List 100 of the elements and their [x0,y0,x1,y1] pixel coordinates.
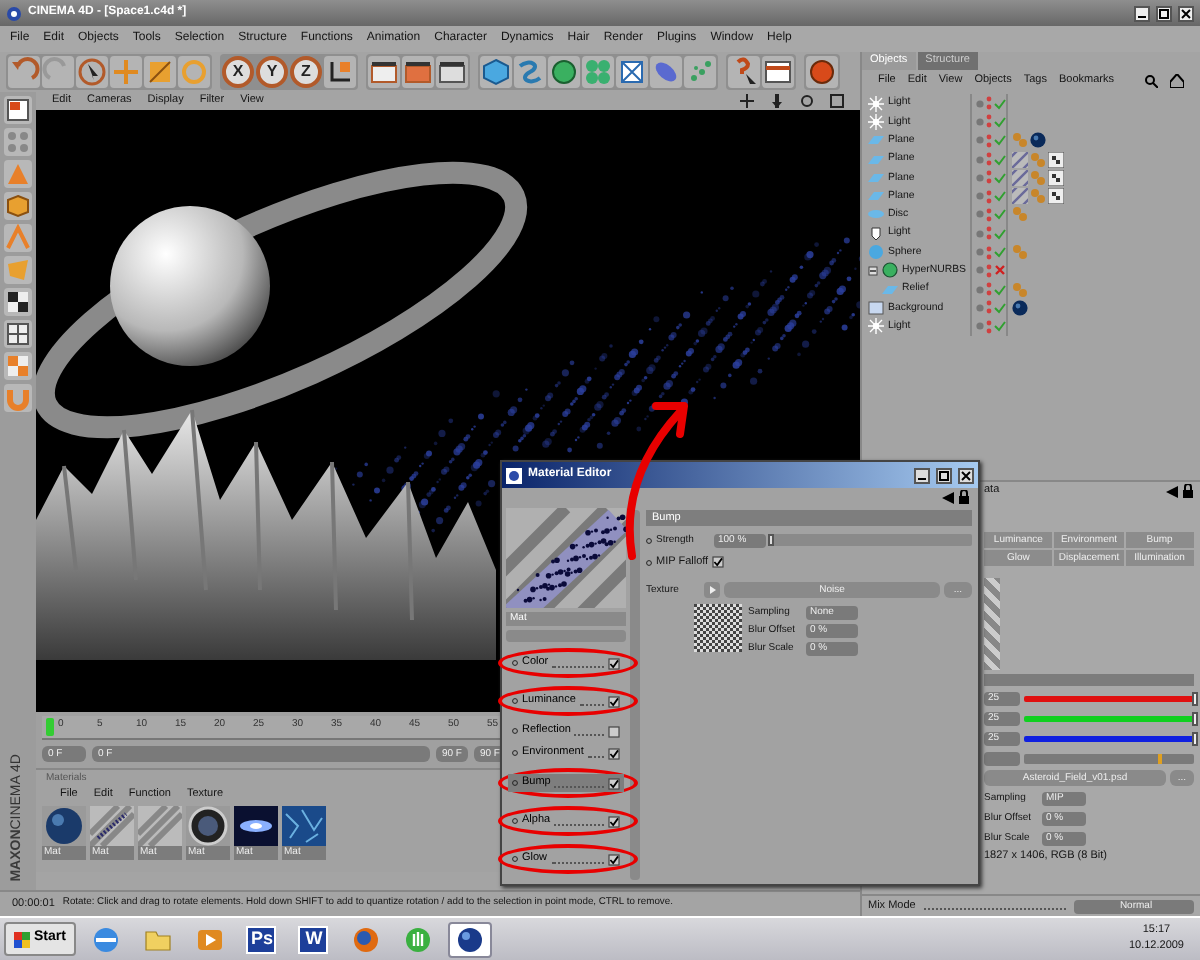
taskbar-button[interactable] [447,921,492,957]
restore-icon[interactable] [1156,5,1172,21]
checkbox[interactable] [712,556,725,568]
lock-icon[interactable] [1182,484,1194,498]
home-icon[interactable] [1170,73,1184,87]
calendar-icon[interactable] [762,56,794,88]
dot-icon[interactable] [976,303,984,312]
clapperboard-icon[interactable] [402,56,434,88]
check-icon[interactable] [994,208,1006,221]
dot-icon[interactable] [976,266,984,275]
ellipse-icon[interactable] [650,56,682,88]
maximize-icon[interactable] [936,467,952,483]
checker-icon[interactable] [1048,169,1064,186]
check-icon[interactable] [994,190,1006,203]
checker-icon[interactable] [4,352,32,380]
rotate-icon[interactable] [800,94,814,108]
collapse-icon[interactable] [868,265,878,276]
sphere-icon[interactable] [1012,299,1028,316]
zoom-icon[interactable] [770,94,784,108]
check-icon[interactable] [994,246,1006,259]
sphere-swatch[interactable] [42,806,86,846]
checker-icon[interactable] [1048,151,1064,168]
checker-icon[interactable] [1048,188,1064,205]
visibility-dots-icon[interactable] [986,263,992,278]
frame-icon[interactable] [616,56,648,88]
dot-icon[interactable] [976,229,984,238]
minimize-icon[interactable] [1134,5,1150,21]
visibility-dots-icon[interactable] [986,226,992,241]
checkbox[interactable] [608,815,620,827]
checkbox[interactable] [608,777,620,789]
slider-thumb[interactable] [767,534,773,546]
checkbox[interactable] [608,657,620,669]
visibility-dots-icon[interactable] [986,170,992,185]
visibility-dots-icon[interactable] [986,207,992,222]
minimize-icon[interactable] [914,467,930,483]
striped-swatch[interactable] [138,806,182,846]
dot-icon[interactable] [976,322,984,331]
grid-icon[interactable] [4,320,32,348]
axis-button[interactable]: X [222,56,254,88]
dot-icon[interactable] [976,99,984,108]
cone-icon[interactable] [4,160,32,188]
magnet-icon[interactable] [4,384,32,412]
check-icon[interactable] [994,97,1006,110]
visibility-dots-icon[interactable] [986,300,992,315]
hatched-square-icon[interactable] [1012,151,1028,168]
visibility-dots-icon[interactable] [986,245,992,260]
back-arrow-icon[interactable] [942,491,954,503]
play-icon[interactable] [704,582,720,598]
dot-icon[interactable] [976,248,984,257]
dot-icon[interactable] [976,210,984,219]
visibility-dots-icon[interactable] [986,282,992,297]
render-sphere-icon[interactable] [806,56,838,88]
lock-icon[interactable] [958,490,970,504]
check-icon[interactable] [994,283,1006,296]
nebula-swatch[interactable] [234,806,278,846]
close-icon[interactable] [1178,5,1194,21]
dots-icon[interactable] [684,56,716,88]
dots-icon[interactable] [1012,281,1028,298]
maximize-icon[interactable] [830,94,844,108]
number-field[interactable] [984,751,1020,765]
color-slider[interactable] [1024,735,1194,741]
help-cursor-icon[interactable] [728,56,760,88]
cross-icon[interactable] [994,264,1006,277]
check-icon[interactable] [994,171,1006,184]
dot-icon[interactable] [976,192,984,201]
dot-icon[interactable] [976,136,984,145]
cube-icon[interactable] [4,192,32,220]
scale-icon[interactable] [144,56,176,88]
slider-thumb[interactable] [1191,731,1197,745]
visibility-dots-icon[interactable] [986,152,992,167]
hatched-square-icon[interactable] [1012,169,1028,186]
checkbox[interactable] [608,747,620,759]
checkbox[interactable] [608,695,620,707]
dot-icon[interactable] [976,285,984,294]
move-icon[interactable] [740,94,754,108]
visibility-dots-icon[interactable] [986,96,992,111]
taskbar-button[interactable]: W [291,921,336,957]
striped-swatch[interactable] [90,806,134,846]
check-icon[interactable] [994,115,1006,128]
cursor-icon[interactable] [76,56,108,88]
dot-icon[interactable] [976,155,984,164]
texture-swatch[interactable] [282,806,326,846]
search-icon[interactable] [1144,73,1158,87]
dots-icon[interactable] [1012,244,1028,261]
taskbar-button[interactable]: Ps [239,921,284,957]
spiral-icon[interactable] [514,56,546,88]
visibility-dots-icon[interactable] [986,114,992,129]
sphere-icon[interactable] [1030,132,1046,149]
axis-button[interactable]: Z [290,56,322,88]
visibility-dots-icon[interactable] [986,133,992,148]
slider-thumb[interactable] [1191,691,1197,705]
check-icon[interactable] [994,153,1006,166]
slider-thumb[interactable] [1191,711,1197,725]
edge-icon[interactable] [4,224,32,252]
sphere-cage-icon[interactable] [548,56,580,88]
check-icon[interactable] [994,227,1006,240]
visibility-dots-icon[interactable] [986,189,992,204]
clapperboard-icon[interactable] [436,56,468,88]
axis-button[interactable]: Y [256,56,288,88]
window-icon[interactable] [4,96,32,124]
